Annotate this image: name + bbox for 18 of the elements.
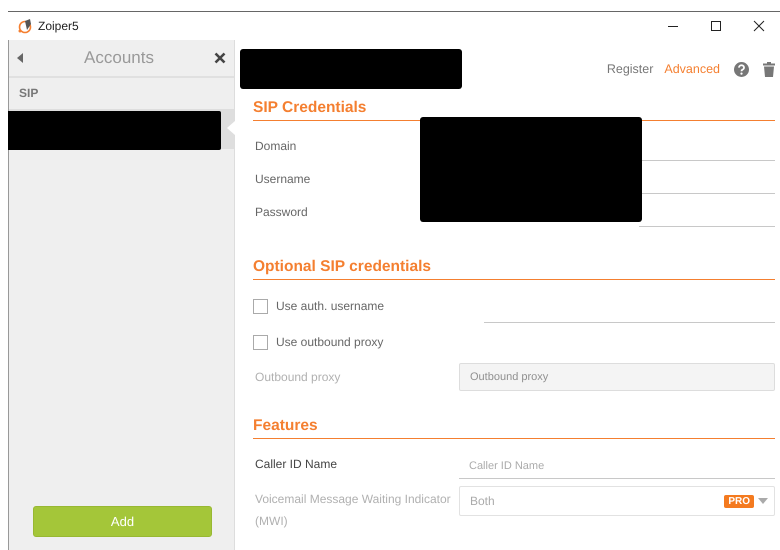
header-link[interactable]: Register: [606, 62, 654, 76]
checkbox-label: Use auth. username: [276, 299, 386, 313]
window-title: Zoiper5: [38, 19, 80, 33]
section-header: SIP: [18, 85, 40, 102]
field-label: Password: [254, 204, 309, 218]
field-label: Username: [254, 172, 312, 186]
pro-badge: PRO: [724, 494, 754, 508]
sidebar-title: Accounts: [83, 48, 155, 68]
section-heading: Features: [253, 417, 775, 439]
header-link[interactable]: Advanced: [664, 62, 720, 76]
field-label: Domain: [254, 138, 298, 152]
add-button[interactable]: Add: [33, 506, 212, 537]
input-field[interactable]: Caller ID Name: [459, 454, 775, 479]
checkbox-label: Use outbound proxy: [276, 335, 384, 349]
field-label: Caller ID Name: [254, 456, 338, 470]
field-label: Outbound proxy: [254, 370, 342, 384]
field-label: Voicemail Message Waiting Indicator (MWI): [254, 491, 452, 530]
section-heading: Optional SIP credentials: [253, 258, 775, 280]
